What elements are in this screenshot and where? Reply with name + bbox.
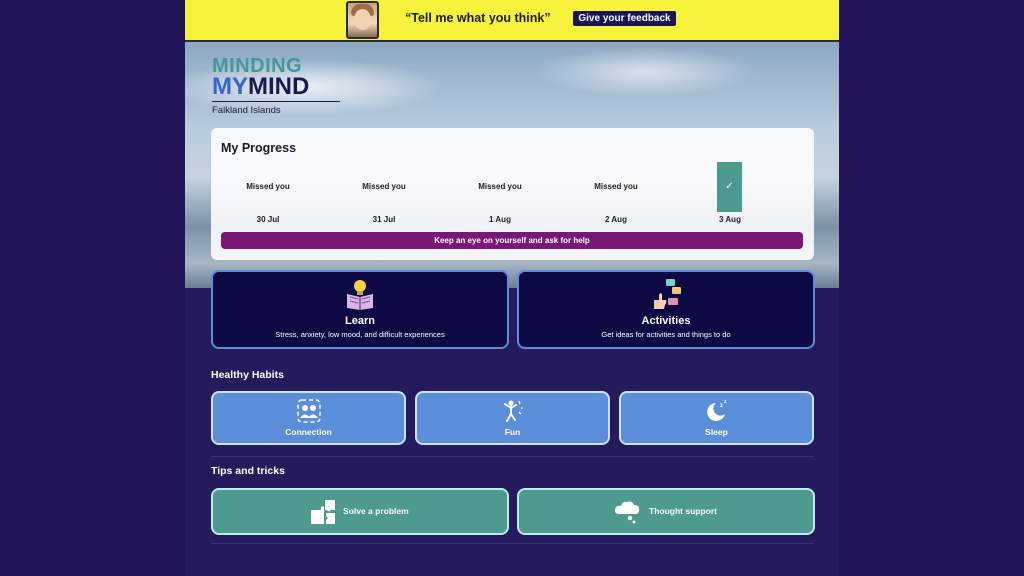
feedback-quote: “Tell me what you think” — [405, 11, 551, 25]
ask-for-help-button[interactable]: Keep an eye on yourself and ask for help — [221, 232, 803, 249]
thought-cloud-icon — [614, 501, 640, 524]
logo-line-mymind: MYMIND — [212, 73, 310, 100]
progress-day: Missed you 30 Jul — [228, 162, 308, 226]
feedback-banner: “Tell me what you think” Give your feedb… — [185, 0, 839, 42]
book-lightbulb-icon — [347, 280, 373, 310]
progress-card: My Progress Missed you 30 Jul Missed you… — [211, 128, 814, 260]
day-date: 2 Aug — [605, 215, 627, 224]
day-date: 3 Aug — [719, 215, 741, 224]
minding-my-mind-logo: MINDING MYMIND Falkland Islands — [212, 56, 340, 116]
activities-icon — [654, 279, 681, 309]
day-date: 30 Jul — [256, 215, 280, 224]
section-divider — [211, 543, 814, 544]
learn-description: Stress, anxiety, low mood, and difficult… — [275, 330, 445, 339]
connection-icon — [296, 399, 321, 423]
habit-label: Sleep — [705, 427, 728, 437]
day-date: 1 Aug — [489, 215, 511, 224]
progress-day: Missed you 31 Jul — [344, 162, 424, 226]
svg-text:z: z — [720, 403, 723, 409]
day-status: Missed you — [246, 182, 290, 191]
healthy-habits-heading: Healthy Habits — [211, 369, 284, 381]
puzzle-icon — [311, 500, 335, 524]
day-status: Missed you — [594, 182, 638, 191]
logo-subtitle: Falkland Islands — [212, 105, 281, 116]
learn-card[interactable]: Learn Stress, anxiety, low mood, and dif… — [211, 270, 509, 349]
day-status: Missed you — [362, 182, 406, 191]
day-status: Missed you — [478, 182, 522, 191]
habit-connection[interactable]: Connection — [211, 391, 406, 445]
give-feedback-button[interactable]: Give your feedback — [573, 11, 676, 26]
activities-card[interactable]: Activities Get ideas for activities and … — [517, 270, 815, 349]
learn-title: Learn — [345, 315, 375, 327]
sleep-icon: z z — [706, 399, 727, 421]
checkmark-icon: ✓ — [717, 162, 742, 212]
day-date: 31 Jul — [372, 215, 396, 224]
tip-solve-a-problem[interactable]: Solve a problem — [211, 488, 509, 535]
tips-heading: Tips and tricks — [211, 465, 285, 477]
progress-day-today: ✓ 3 Aug — [690, 162, 770, 226]
app-page: “Tell me what you think” Give your feedb… — [185, 0, 839, 576]
progress-title: My Progress — [221, 141, 297, 155]
habit-label: Connection — [285, 427, 332, 437]
habit-fun[interactable]: Fun — [415, 391, 610, 445]
progress-day: Missed you 1 Aug — [460, 162, 540, 226]
fun-icon — [503, 400, 523, 422]
activities-title: Activities — [641, 315, 691, 327]
habit-sleep[interactable]: z z Sleep — [619, 391, 814, 445]
progress-day: Missed you 2 Aug — [576, 162, 656, 226]
svg-text:z: z — [724, 399, 727, 405]
tip-label: Solve a problem — [343, 506, 409, 516]
section-divider — [211, 456, 814, 457]
tip-thought-support[interactable]: Thought support — [517, 488, 815, 535]
activities-description: Get ideas for activities and things to d… — [601, 330, 731, 339]
tip-label: Thought support — [649, 506, 717, 516]
avatar — [346, 1, 379, 39]
habit-label: Fun — [504, 427, 521, 437]
